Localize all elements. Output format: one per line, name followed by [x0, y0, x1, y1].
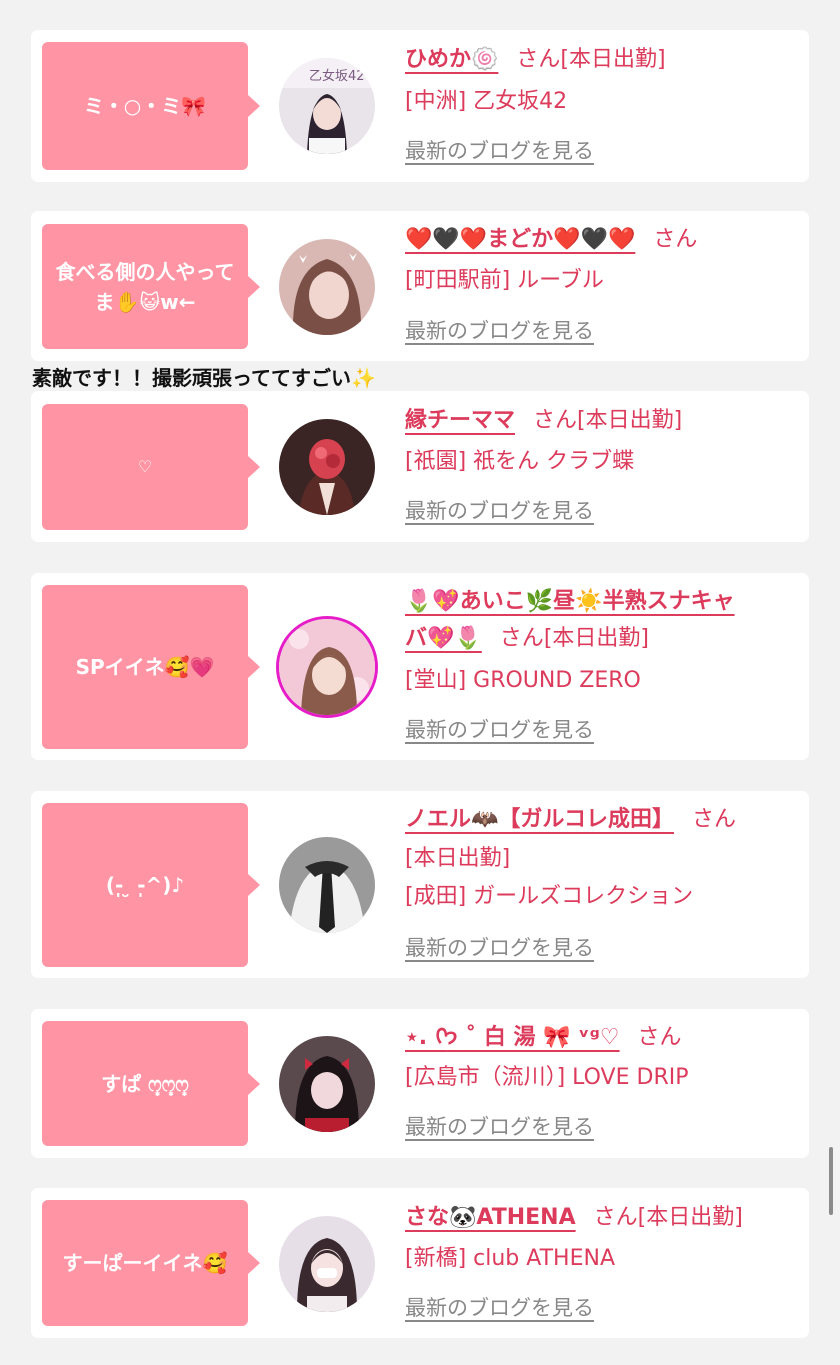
avatar[interactable]	[279, 619, 375, 715]
avatar-image	[279, 1216, 375, 1312]
feed-card: 食べる側の人やってま✋😺w← ❤️🖤❤️まどか❤️🖤❤️ さん [町田駅前] ルー…	[31, 211, 809, 361]
reaction-bubble: ミ・○・ミ🎀	[42, 42, 260, 170]
latest-blog-link[interactable]: 最新のブログを見る	[405, 319, 594, 343]
feed-card: すぱ ෆ͙ෆ͙ෆ͙ ⋆. ᢉ𐭩 ˚ 白 湯 🎀 ᵛᵍ♡ さん [広島市（流川）] …	[31, 1009, 809, 1158]
cast-name-link[interactable]: ひめか🍥	[405, 47, 498, 72]
honorific: さん	[533, 408, 578, 433]
reaction-text: ♡	[137, 457, 153, 476]
reaction-text: すぱ ෆ͙ෆ͙ෆ͙	[101, 1071, 189, 1096]
cast-name-link[interactable]: さな🐼ATHENA	[405, 1205, 576, 1230]
attendance-status: [本日出勤]	[560, 47, 666, 72]
latest-blog-link[interactable]: 最新のブログを見る	[405, 718, 594, 742]
reaction-bubble: すぱ ෆ͙ෆ͙ෆ͙	[42, 1021, 260, 1146]
avatar-image	[279, 837, 375, 933]
reaction-text: すーぱーイイネ🥰	[62, 1251, 228, 1275]
latest-blog-link[interactable]: 最新のブログを見る	[405, 499, 594, 523]
reaction-bubble: (-̩̩̩ ̮ -̩̩̩^)♪	[42, 803, 260, 967]
reaction-text: 食べる側の人やってま✋😺w←	[55, 259, 235, 314]
latest-blog-link[interactable]: 最新のブログを見る	[405, 139, 594, 163]
reaction-text: ミ・○・ミ🎀	[83, 94, 207, 118]
feed-card: すーぱーイイネ🥰 さな🐼ATHENA さん[本日出勤] [新橋] club ATH…	[31, 1188, 809, 1338]
latest-blog-link[interactable]: 最新のブログを見る	[405, 1115, 594, 1139]
avatar[interactable]	[279, 239, 375, 335]
reaction-text: SPイイネ🥰💗	[75, 655, 215, 679]
reaction-bubble: 食べる側の人やってま✋😺w←	[42, 224, 260, 349]
review-feed: ミ・○・ミ🎀 乙女坂42 ひめか🍥 さん[本日出勤] [中洲] 乙女坂42 最新の…	[0, 0, 840, 1365]
avatar[interactable]	[279, 1216, 375, 1312]
avatar[interactable]	[279, 1036, 375, 1132]
comment-text: 素敵です！！撮影頑張っててすごい✨	[32, 366, 376, 390]
cast-name-link-continued[interactable]: バ💖🌷	[405, 626, 482, 651]
reaction-bubble: ♡	[42, 404, 260, 530]
cast-name-link[interactable]: ノエル🦇【ガルコレ成田】	[405, 807, 674, 832]
avatar[interactable]	[279, 419, 375, 515]
cast-name-link[interactable]: ⋆. ᢉ𐭩 ˚ 白 湯 🎀 ᵛᵍ♡	[405, 1025, 620, 1050]
reaction-text: (-̩̩̩ ̮ -̩̩̩^)♪	[105, 873, 185, 897]
honorific: さん	[593, 1205, 638, 1230]
honorific: さん	[499, 626, 544, 651]
reaction-bubble: SPイイネ🥰💗	[42, 585, 260, 749]
latest-blog-link[interactable]: 最新のブログを見る	[405, 1296, 594, 1320]
feed-card: ♡ 縁チーママ さん[本日出勤] [祇園] 祇をん クラブ蝶 最新のブログを見る	[31, 391, 809, 542]
shop-label: [成田] ガールズコレクション	[405, 884, 694, 909]
avatar-image	[279, 619, 375, 715]
feed-card: (-̩̩̩ ̮ -̩̩̩^)♪ ノエル🦇【ガルコレ成田】 さん [本日出勤] [成…	[31, 791, 809, 978]
cast-name-link[interactable]: 🌷💖あいこ🌿昼☀️半熟スナキャ	[405, 589, 735, 614]
cast-name-link[interactable]: ❤️🖤❤️まどか❤️🖤❤️	[405, 227, 635, 252]
attendance-status: [本日出勤]	[577, 408, 683, 433]
shop-label: [町田駅前] ルーブル	[405, 268, 604, 293]
shop-label: [堂山] GROUND ZERO	[405, 668, 641, 693]
avatar[interactable]: 乙女坂42	[279, 58, 375, 154]
honorific: さん	[691, 807, 736, 832]
shop-label: [中洲] 乙女坂42	[405, 89, 568, 114]
attendance-status: [本日出勤]	[405, 846, 511, 871]
avatar-image	[279, 1036, 375, 1132]
shop-label: [新橋] club ATHENA	[405, 1246, 615, 1271]
latest-blog-link[interactable]: 最新のブログを見る	[405, 936, 594, 960]
shop-label: [広島市（流川）] LOVE DRIP	[405, 1065, 689, 1090]
attendance-status: [本日出勤]	[637, 1205, 743, 1230]
cast-name-link[interactable]: 縁チーママ	[405, 408, 515, 433]
honorific: さん	[516, 47, 561, 72]
honorific: さん	[653, 227, 698, 252]
honorific: さん	[637, 1025, 682, 1050]
avatar[interactable]	[279, 837, 375, 933]
reaction-bubble: すーぱーイイネ🥰	[42, 1200, 260, 1326]
avatar-image	[279, 239, 375, 335]
attendance-status: [本日出勤]	[543, 626, 649, 651]
shop-label: [祇園] 祇をん クラブ蝶	[405, 449, 635, 474]
scrollbar-thumb[interactable]	[829, 1147, 833, 1215]
svg-text:乙女坂42: 乙女坂42	[309, 68, 365, 84]
avatar-image: 乙女坂42	[279, 58, 375, 154]
feed-card: ミ・○・ミ🎀 乙女坂42 ひめか🍥 さん[本日出勤] [中洲] 乙女坂42 最新の…	[31, 30, 809, 182]
avatar-image	[279, 419, 375, 515]
feed-card: SPイイネ🥰💗 🌷💖あいこ🌿昼☀️半熟スナキャ バ💖🌷 さん[本日出勤] [堂山]…	[31, 573, 809, 760]
